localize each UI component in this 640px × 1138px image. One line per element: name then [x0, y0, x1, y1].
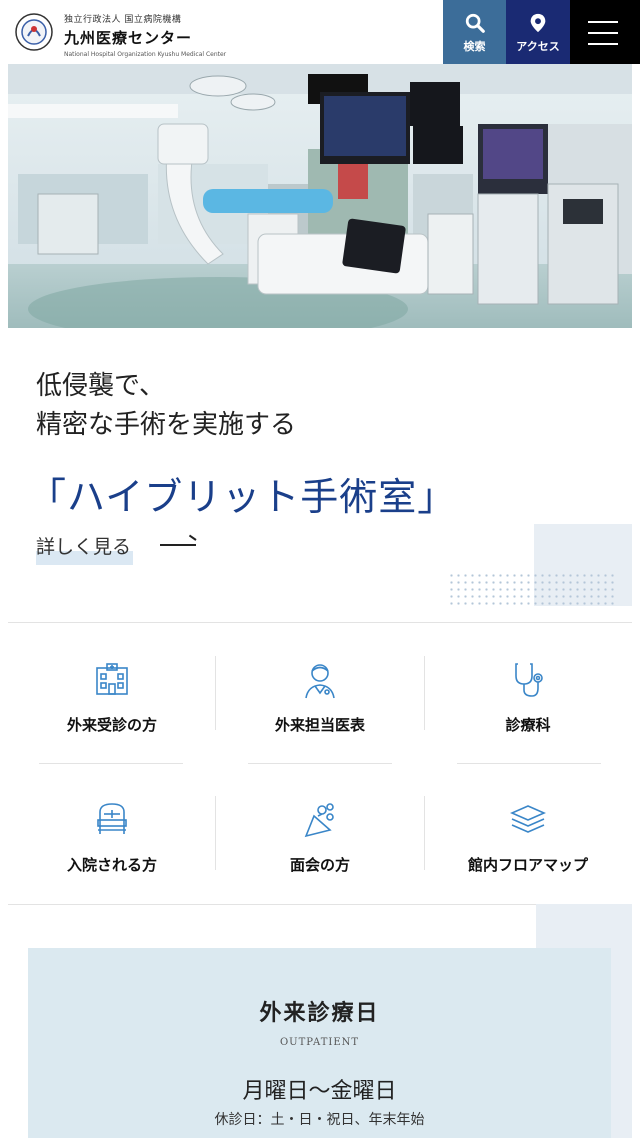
- outpatient-title: 外来診療日: [259, 1001, 380, 1026]
- nav-doctor-schedule[interactable]: 外来担当医表: [216, 660, 424, 735]
- access-button-label: アクセス: [516, 40, 560, 53]
- hero-image-hybrid-operating-room[interactable]: [8, 64, 632, 328]
- nav-departments-label: 診療科: [505, 716, 551, 734]
- hospital-bed-icon: [97, 803, 127, 834]
- nav-outpatient-visit[interactable]: 外来受診の方: [8, 660, 216, 735]
- grid-separator: [457, 763, 601, 764]
- search-button[interactable]: 検索: [443, 0, 506, 64]
- nav-departments[interactable]: 診療科: [424, 660, 632, 735]
- hospital-building-icon: [96, 663, 128, 695]
- decorative-dot-pattern: [448, 572, 616, 606]
- access-button[interactable]: アクセス: [506, 0, 570, 64]
- arrow-right-icon[interactable]: [160, 544, 196, 546]
- nav-visitors[interactable]: 面会の方: [216, 800, 424, 875]
- feature-tagline-line1: 低侵襲で、: [36, 371, 165, 401]
- site-header: 独立行政法人 国立病院機構 九州医療センター National Hospital…: [0, 0, 640, 64]
- nav-inpatient-label: 入院される方: [66, 856, 157, 874]
- grid-separator: [39, 763, 183, 764]
- read-more-link[interactable]: 詳しく見る: [36, 530, 134, 565]
- stethoscope-icon: [515, 663, 543, 697]
- logo-name: 九州医療センター: [64, 29, 193, 47]
- nav-floor-map-label: 館内フロアマップ: [467, 856, 588, 874]
- menu-button[interactable]: [570, 0, 640, 64]
- outpatient-closed-days: 休診日：土・日・祝日、年末年始: [214, 1112, 425, 1128]
- logo-english-name: National Hospital Organization Kyushu Me…: [64, 51, 227, 58]
- nav-floor-map[interactable]: 館内フロアマップ: [424, 800, 632, 875]
- hospital-logo[interactable]: [14, 12, 54, 52]
- flower-bouquet-icon: [304, 803, 334, 838]
- outpatient-subtitle: OUTPATIENT: [279, 1037, 360, 1048]
- search-icon: [465, 13, 485, 33]
- outpatient-days: 月曜日～金曜日: [242, 1079, 397, 1104]
- nav-outpatient-visit-label: 外来受診の方: [66, 716, 157, 734]
- layers-map-icon: [510, 805, 546, 833]
- map-pin-icon: [530, 13, 546, 33]
- feature-tagline-line2: 精密な手術を実施する: [36, 410, 297, 440]
- feature-title: 「ハイブリット手術室」: [28, 475, 457, 519]
- doctor-icon: [305, 664, 335, 699]
- grid-separator: [248, 763, 392, 764]
- logo-text[interactable]: 独立行政法人 国立病院機構 九州医療センター National Hospital…: [64, 12, 226, 58]
- section-divider: [8, 622, 632, 623]
- nav-inpatient[interactable]: 入院される方: [8, 800, 216, 875]
- hamburger-icon: [588, 21, 618, 54]
- nav-visitors-label: 面会の方: [289, 856, 350, 874]
- search-button-label: 検索: [463, 40, 486, 53]
- logo-subtitle: 独立行政法人 国立病院機構: [64, 15, 182, 25]
- outpatient-hours-card: 外来診療日 OUTPATIENT 月曜日～金曜日 休診日：土・日・祝日、年末年始: [28, 948, 611, 1138]
- nav-doctor-schedule-label: 外来担当医表: [274, 716, 365, 734]
